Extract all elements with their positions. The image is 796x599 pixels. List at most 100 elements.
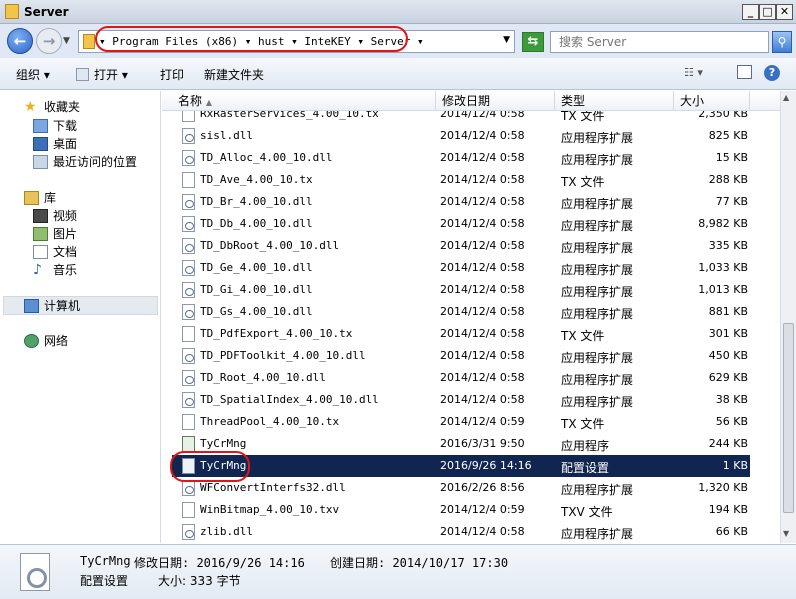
column-header-size[interactable]: 大小: [674, 91, 750, 111]
file-date: 2014/12/4 0:59: [440, 415, 525, 428]
file-type: 应用程序扩展: [561, 373, 634, 387]
close-button[interactable]: ✕: [776, 4, 793, 20]
breadcrumb-separator-icon[interactable]: ▾: [417, 35, 424, 48]
minimize-button[interactable]: _: [742, 4, 759, 20]
file-row[interactable]: TyCrMng 2016/9/26 14:16 配置设置 1 KB: [172, 455, 750, 477]
dll-file-icon: [182, 392, 195, 408]
file-date: 2014/12/4 0:58: [440, 239, 525, 252]
file-date: 2014/12/4 0:58: [440, 327, 525, 340]
file-row[interactable]: TD_Br_4.00_10.dll 2014/12/4 0:58 应用程序扩展 77 …: [172, 191, 750, 213]
organize-button[interactable]: 组织 ▾: [16, 66, 50, 83]
column-header-date[interactable]: 修改日期: [436, 91, 555, 111]
file-row[interactable]: TD_Ge_4.00_10.dll 2014/12/4 0:58 应用程序扩展 1,0…: [172, 257, 750, 279]
forward-button[interactable]: →: [36, 28, 62, 54]
file-row[interactable]: TD_Db_4.00_10.dll 2014/12/4 0:58 应用程序扩展 8,9…: [172, 213, 750, 235]
file-row[interactable]: TD_Gs_4.00_10.dll 2014/12/4 0:58 应用程序扩展 881…: [172, 301, 750, 323]
vertical-scrollbar[interactable]: ▲ ▼: [780, 91, 796, 543]
file-date: 2014/12/4 0:58: [440, 371, 525, 384]
star-icon: ★: [24, 99, 37, 115]
maximize-button[interactable]: □: [759, 4, 776, 20]
preview-pane-icon[interactable]: [737, 65, 752, 79]
details-size: 大小: 333 字节: [158, 574, 241, 588]
back-button[interactable]: ←: [7, 28, 33, 54]
open-label: 打开 ▾: [94, 68, 128, 82]
file-type: TX 文件: [561, 329, 605, 343]
file-date: 2014/12/4 0:58: [440, 393, 525, 406]
file-date: 2016/3/31 9:50: [440, 437, 525, 450]
file-date: 2014/12/4 0:58: [440, 217, 525, 230]
details-file-type: 配置设置: [80, 574, 129, 588]
title-bar: Server _ □ ✕: [0, 0, 796, 24]
file-row[interactable]: TD_Root_4.00_10.dll 2014/12/4 0:58 应用程序扩展 6…: [172, 367, 750, 389]
file-size: 66 KB: [715, 525, 748, 538]
file-size: 629 KB: [708, 371, 748, 384]
file-size: 335 KB: [708, 239, 748, 252]
file-date: 2014/12/4 0:58: [440, 111, 525, 120]
file-row[interactable]: zlib.dll 2014/12/4 0:58 应用程序扩展 66 KB: [172, 521, 750, 543]
scroll-up-icon[interactable]: ▲: [783, 93, 789, 102]
details-file-name: TyCrMng: [80, 554, 131, 568]
print-button[interactable]: 打印: [160, 66, 184, 83]
file-type: TX 文件: [561, 175, 605, 189]
dll-file-icon: [182, 238, 195, 254]
file-row[interactable]: TD_Ave_4.00_10.tx 2014/12/4 0:58 TX 文件 288 …: [172, 169, 750, 191]
file-date: 2014/12/4 0:58: [440, 305, 525, 318]
file-row[interactable]: TD_PdfExport_4.00_10.tx 2014/12/4 0:58 TX …: [172, 323, 750, 345]
search-icon[interactable]: ⚲: [772, 31, 792, 53]
dll-file-icon: [182, 370, 195, 386]
open-button[interactable]: 打开 ▾: [76, 66, 128, 83]
file-type: 应用程序扩展: [561, 219, 634, 233]
file-row[interactable]: ThreadPool_4.00_10.tx 2014/12/4 0:59 TX 文件…: [172, 411, 750, 433]
new-folder-button[interactable]: 新建文件夹: [204, 66, 264, 83]
open-icon: [76, 68, 89, 81]
file-name: TD_DbRoot_4.00_10.dll: [200, 239, 340, 252]
file-row[interactable]: TD_DbRoot_4.00_10.dll 2014/12/4 0:58 应用程序扩…: [172, 235, 750, 257]
refresh-button[interactable]: ⇆: [522, 32, 544, 52]
file-row[interactable]: RxRasterServices_4.00_10.tx 2014/12/4 0:5…: [172, 111, 750, 125]
file-icon: [182, 502, 195, 518]
file-name: TD_PDFToolkit_4.00_10.dll: [200, 349, 366, 362]
file-icon: [182, 326, 195, 342]
computer-icon: [24, 299, 39, 313]
history-dropdown-icon[interactable]: ▼: [63, 36, 70, 46]
column-header-type[interactable]: 类型: [555, 91, 674, 111]
file-row[interactable]: TD_Gi_4.00_10.dll 2014/12/4 0:58 应用程序扩展 1,0…: [172, 279, 750, 301]
file-row[interactable]: TD_Alloc_4.00_10.dll 2014/12/4 0:58 应用程序扩展…: [172, 147, 750, 169]
file-name: zlib.dll: [200, 525, 253, 538]
search-input[interactable]: [559, 32, 769, 52]
file-size: 1,013 KB: [698, 283, 748, 296]
dll-file-icon: [182, 150, 195, 166]
dll-file-icon: [182, 128, 195, 144]
file-row[interactable]: sisl.dll 2014/12/4 0:58 应用程序扩展 825 KB: [172, 125, 750, 147]
file-row[interactable]: WinBitmap_4.00_10.txv 2014/12/4 0:59 TXV 文…: [172, 499, 750, 521]
scroll-down-icon[interactable]: ▼: [783, 529, 789, 538]
file-type: TXV 文件: [561, 505, 613, 519]
column-header-name[interactable]: 名称 ▲: [172, 91, 436, 111]
view-options-icon[interactable]: ☷ ▾: [684, 66, 703, 79]
file-name: TD_PdfExport_4.00_10.tx: [200, 327, 353, 340]
help-icon[interactable]: ?: [764, 65, 780, 81]
file-type: 应用程序扩展: [561, 197, 634, 211]
file-name: ThreadPool_4.00_10.tx: [200, 415, 340, 428]
scroll-thumb[interactable]: [783, 323, 794, 513]
network-icon: [24, 334, 39, 348]
dll-file-icon: [182, 282, 195, 298]
command-bar: 组织 ▾ 打开 ▾ 打印 新建文件夹 ☷ ▾ ?: [0, 58, 796, 90]
folder-icon: [5, 4, 19, 19]
address-dropdown-icon[interactable]: ▼: [503, 35, 510, 45]
search-field[interactable]: [550, 31, 769, 53]
dll-file-icon: [182, 304, 195, 320]
file-name: WFConvertInterfs32.dll: [200, 481, 346, 494]
file-row[interactable]: TyCrMng 2016/3/31 9:50 应用程序 244 KB: [172, 433, 750, 455]
file-date: 2016/9/26 14:16: [440, 459, 532, 472]
file-name: TD_Db_4.00_10.dll: [200, 217, 313, 230]
file-type: 应用程序扩展: [561, 241, 634, 255]
highlight-annotation: [95, 26, 408, 52]
dll-file-icon: [182, 216, 195, 232]
details-created: 创建日期: 2014/10/17 17:30: [330, 556, 509, 570]
file-type: 配置设置: [561, 461, 610, 475]
file-row[interactable]: WFConvertInterfs32.dll 2016/2/26 8:56 应用程序…: [172, 477, 750, 499]
dll-file-icon: [182, 194, 195, 210]
file-row[interactable]: TD_SpatialIndex_4.00_10.dll 2014/12/4 0:5…: [172, 389, 750, 411]
file-row[interactable]: TD_PDFToolkit_4.00_10.dll 2014/12/4 0:58 应…: [172, 345, 750, 367]
